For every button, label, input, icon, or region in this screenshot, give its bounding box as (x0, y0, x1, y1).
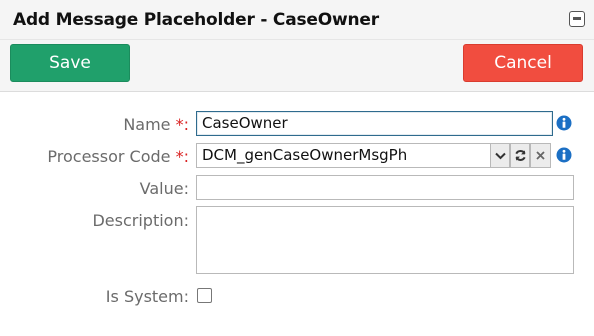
dropdown-button[interactable] (490, 143, 510, 168)
dialog-titlebar: Add Message Placeholder - CaseOwner (0, 0, 594, 40)
refresh-button[interactable] (510, 143, 530, 168)
is-system-checkbox[interactable] (197, 288, 212, 303)
is-system-label: Is System: (105, 287, 189, 306)
processor-code-combo[interactable]: DCM_genCaseOwnerMsgPh (196, 143, 491, 168)
value-input[interactable] (196, 175, 574, 200)
name-label: Name *: (123, 115, 189, 134)
processor-code-label: Processor Code *: (47, 147, 189, 166)
required-mark: *: (175, 115, 189, 134)
cancel-button[interactable]: Cancel (463, 44, 583, 82)
clear-button[interactable] (530, 143, 551, 168)
refresh-icon (514, 150, 526, 161)
name-input[interactable]: CaseOwner (196, 111, 553, 136)
description-label: Description: (92, 211, 189, 230)
close-icon (536, 151, 545, 160)
dialog-title: Add Message Placeholder - CaseOwner (13, 10, 379, 30)
minimize-icon[interactable] (569, 11, 585, 27)
required-mark: *: (175, 147, 189, 166)
info-icon[interactable] (556, 147, 572, 163)
info-icon[interactable] (556, 115, 572, 131)
toolbar: Save Cancel (0, 40, 594, 92)
save-button[interactable]: Save (10, 44, 130, 82)
chevron-down-icon (494, 152, 506, 159)
value-label: Value: (139, 179, 189, 198)
description-textarea[interactable] (196, 206, 574, 274)
